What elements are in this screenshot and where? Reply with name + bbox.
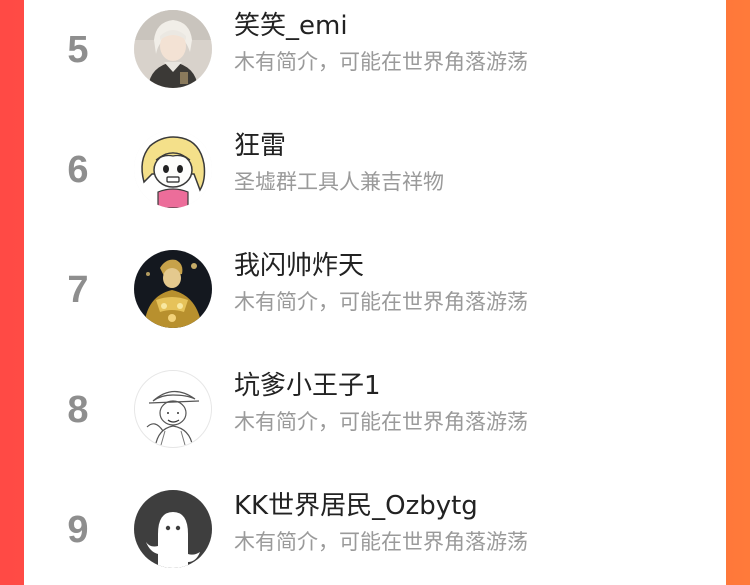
golden-armor-avatar-icon[interactable]: [134, 250, 212, 328]
ranking-row[interactable]: 6 狂雷 圣墟群工具人兼吉祥物: [24, 120, 726, 220]
user-name[interactable]: 笑笑_emi: [234, 8, 348, 44]
cartoon-blonde-avatar-icon[interactable]: [134, 130, 212, 208]
rank-number: 8: [67, 389, 89, 431]
ranking-row[interactable]: 5 笑笑_emi 木有简介，可能在世界角落游荡: [24, 0, 726, 100]
sketch-pirate-avatar-icon[interactable]: [134, 370, 212, 448]
user-name[interactable]: KK世界居民_Ozbytg: [234, 488, 478, 524]
user-name[interactable]: 坑爹小王子1: [234, 368, 381, 404]
ranking-list: 5 笑笑_emi 木有简介，可能在世界角落游荡 6 狂雷 圣墟群工具人兼吉祥物 …: [24, 0, 726, 585]
ranking-row[interactable]: 7 我闪帅炸天 木有简介，可能在世界角落游荡: [24, 240, 726, 340]
default-ghost-avatar-icon[interactable]: [134, 490, 212, 568]
rank-number: 9: [67, 509, 89, 551]
user-bio: 木有简介，可能在世界角落游荡: [234, 530, 528, 554]
rank-number: 5: [67, 29, 89, 71]
user-bio: 木有简介，可能在世界角落游荡: [234, 290, 528, 314]
ranking-row[interactable]: 9 KK世界居民_Ozbytg 木有简介，可能在世界角落游荡: [24, 480, 726, 580]
user-name[interactable]: 我闪帅炸天: [234, 248, 364, 284]
anime-boy-avatar-icon[interactable]: [134, 10, 212, 88]
rank-number: 6: [67, 149, 89, 191]
user-name[interactable]: 狂雷: [234, 128, 286, 164]
user-bio: 木有简介，可能在世界角落游荡: [234, 410, 528, 434]
rank-number: 7: [67, 269, 89, 311]
user-bio: 圣墟群工具人兼吉祥物: [234, 170, 444, 194]
user-bio: 木有简介，可能在世界角落游荡: [234, 50, 528, 74]
ranking-row[interactable]: 8 坑爹小王子1 木有简介，可能在世界角落游荡: [24, 360, 726, 460]
